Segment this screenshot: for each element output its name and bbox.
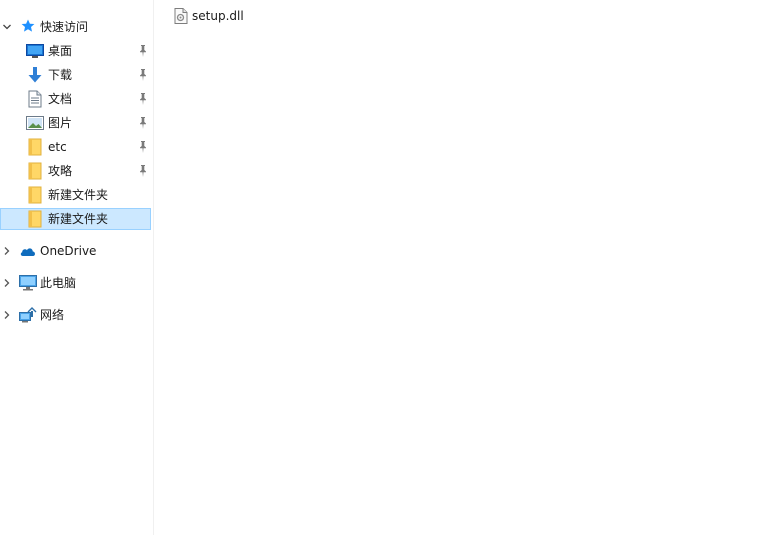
star-icon [20,18,38,36]
nav-item-label: 文档 [48,92,73,106]
desktop-icon [26,43,44,61]
nav-item-label: etc [48,140,67,154]
document-icon [28,90,46,108]
chevron-right-icon[interactable] [2,309,12,321]
computer-icon [19,274,37,292]
chevron-right-icon[interactable] [2,277,12,289]
navigation-pane: 快速访问 桌面 下载 文档 图片 etc 攻略 新建文件夹 新建文件夹 OneD… [0,0,153,535]
folder-icon [28,162,46,180]
pin-icon[interactable] [137,116,149,130]
nav-onedrive-label: OneDrive [40,244,97,258]
nav-this-pc-label: 此电脑 [40,276,77,290]
chevron-right-icon[interactable] [2,245,12,257]
chevron-down-icon[interactable] [2,21,12,33]
pin-icon[interactable] [137,68,149,82]
nav-item-label: 下载 [48,68,73,82]
nav-item-label: 攻略 [48,164,73,178]
pin-icon[interactable] [137,164,149,178]
file-list: setup.dll [154,0,782,535]
file-name: setup.dll [192,9,244,23]
nav-item-pictures[interactable]: 图片 [0,112,151,134]
nav-item-label: 新建文件夹 [48,212,109,226]
nav-quick-access-label: 快速访问 [40,20,89,34]
nav-item-documents[interactable]: 文档 [0,88,151,110]
folder-icon [28,138,46,156]
nav-this-pc[interactable]: 此电脑 [0,272,151,294]
folder-icon [28,210,46,228]
nav-item-new-folder[interactable]: 新建文件夹 [0,184,151,206]
download-icon [27,66,45,84]
nav-network-label: 网络 [40,308,65,322]
folder-icon [28,186,46,204]
nav-item-label: 桌面 [48,44,73,58]
pin-icon[interactable] [137,44,149,58]
cloud-icon [19,243,37,261]
pin-icon[interactable] [137,92,149,106]
nav-item-downloads[interactable]: 下载 [0,64,151,86]
nav-item-label: 新建文件夹 [48,188,109,202]
nav-item-label: 图片 [48,116,73,130]
nav-item-new-folder-selected[interactable]: 新建文件夹 [0,208,151,230]
nav-item-desktop[interactable]: 桌面 [0,40,151,62]
nav-onedrive[interactable]: OneDrive [0,240,151,262]
dll-file-icon [174,8,188,24]
nav-network[interactable]: 网络 [0,304,151,326]
nav-quick-access[interactable]: 快速访问 [0,16,151,38]
nav-item-etc[interactable]: etc [0,136,151,158]
file-item-setup-dll[interactable]: setup.dll [174,6,244,26]
nav-item-guide[interactable]: 攻略 [0,160,151,182]
pin-icon[interactable] [137,140,149,154]
network-icon [19,306,37,324]
picture-icon [26,115,44,133]
